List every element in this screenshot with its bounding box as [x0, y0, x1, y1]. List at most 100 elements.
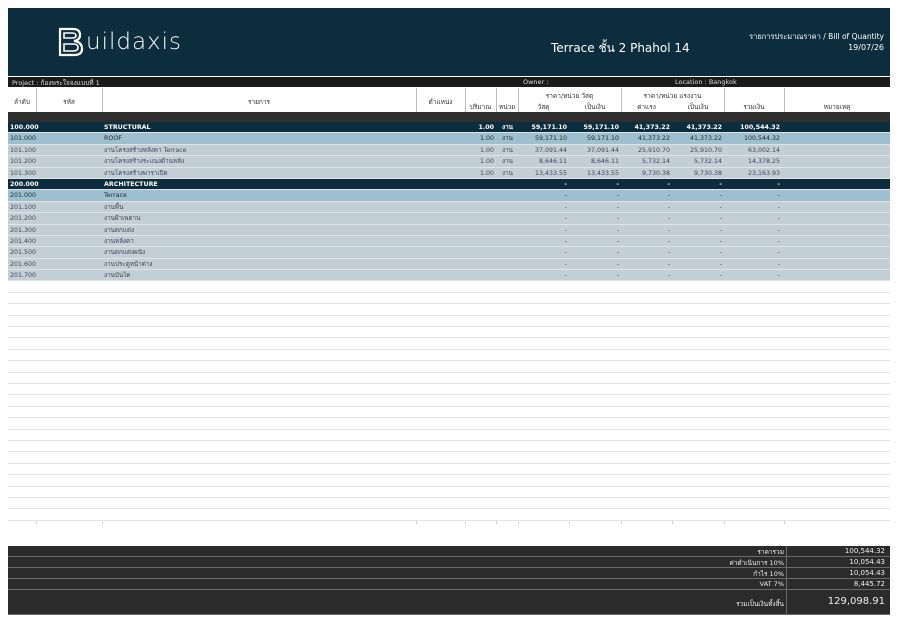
row-material-amount: 13,433.55 — [586, 169, 619, 177]
row-labor-amount: - — [719, 260, 722, 268]
row-labor-unit: - — [667, 192, 670, 200]
row-material-unit: 59,171.10 — [531, 124, 567, 131]
col-labor-unit: ค่าแรง — [637, 103, 656, 111]
row-total: 14,378.25 — [747, 158, 780, 166]
empty-row — [8, 281, 890, 293]
row-material-amount: - — [616, 237, 619, 245]
row-qty — [465, 247, 494, 257]
table-row: 201.100 งานพื้น - - - - - — [8, 201, 890, 214]
row-item: งานโครงสร้างหลังคา Terrace — [104, 146, 187, 154]
row-qty: 1.00 — [479, 146, 494, 154]
row-item: งานบันได — [104, 272, 131, 280]
col-no: ลำดับ — [14, 98, 30, 106]
row-unit — [499, 225, 516, 235]
row-unit — [499, 213, 516, 223]
col-code: รหัส — [63, 98, 75, 106]
row-material-unit: - — [564, 226, 567, 234]
row-labor-unit: 25,910.70 — [637, 146, 670, 154]
row-item: ARCHITECTURE — [104, 180, 158, 188]
col-item: รายการ — [247, 98, 271, 106]
table-row: 201.700 งานบันได - - - - - — [8, 270, 890, 282]
row-material-unit: - — [564, 260, 567, 268]
row-item: งานประตูหน้าต่าง — [104, 260, 153, 268]
table-row: 101.200 งานโครงสร้างระแนงด้านหลัง 1.00 งาน 8… — [8, 156, 890, 168]
row-item: STRUCTURAL — [104, 124, 151, 131]
table-row: 201.000 Terrace - - - - - — [8, 190, 890, 202]
col-position: ตำแหน่ง — [428, 98, 453, 106]
row-unit — [499, 247, 516, 257]
row-total: 63,002.14 — [747, 146, 780, 154]
row-labor-amount: 5,732.14 — [693, 158, 722, 166]
table-row: 100.000 STRUCTURAL 1.00 งาน 59,171.10 59,171.… — [8, 122, 890, 134]
row-total: 100,544.32 — [740, 124, 780, 131]
report-header: uildaxis Terrace ชั้น 2 Phahol 14 รายการ… — [8, 8, 890, 76]
table-row: 201.400 งานหลังคา - - - - - — [8, 235, 890, 248]
empty-row — [8, 429, 890, 441]
col-material-unit: วัสดุ — [537, 103, 550, 111]
row-material-unit: - — [564, 249, 567, 257]
row-item: งานตกแต่ง — [104, 226, 135, 234]
row-no: 101.200 — [10, 158, 37, 166]
row-labor-amount: 41,373.22 — [686, 124, 722, 131]
row-labor-amount: 9,730.38 — [693, 169, 722, 177]
col-labor-group: ราคา/หน่วย แรงงาน — [643, 92, 702, 100]
row-qty: 1.00 — [479, 135, 494, 143]
row-material-amount: - — [616, 226, 619, 234]
row-labor-amount: - — [719, 192, 722, 200]
row-labor-unit: - — [667, 249, 670, 257]
row-material-amount: 37,091.44 — [586, 146, 619, 154]
header-divider-band — [8, 112, 890, 122]
row-no: 201.600 — [10, 260, 37, 268]
row-material-amount: - — [616, 260, 619, 268]
row-labor-unit: - — [667, 226, 670, 234]
summary-row: กำไร 10% 10,054.43 — [8, 568, 890, 579]
row-item: งานโครงสร้างระแนงด้านหลัง — [104, 158, 185, 166]
empty-row — [8, 361, 890, 373]
summary-label: กำไร 10% — [753, 570, 784, 578]
empty-row — [8, 440, 890, 453]
row-material-amount: - — [616, 180, 619, 188]
row-unit: งาน — [502, 135, 513, 143]
row-unit — [499, 179, 516, 189]
row-total: - — [777, 203, 780, 211]
document-date: 19/07/26 — [848, 43, 884, 52]
col-unit: หน่วย — [498, 103, 516, 111]
summary-value: 10,054.43 — [849, 558, 885, 566]
table-row: 201.300 งานตกแต่ง - - - - - — [8, 224, 890, 236]
row-no: 101.000 — [10, 135, 37, 143]
row-qty — [465, 202, 494, 212]
empty-row — [8, 383, 890, 396]
row-material-unit: - — [564, 272, 567, 280]
row-unit — [499, 190, 516, 200]
row-unit — [499, 202, 516, 212]
row-material-unit: - — [564, 215, 567, 223]
row-unit: งาน — [502, 169, 513, 177]
row-material-amount: 8,646.11 — [590, 158, 619, 166]
row-labor-unit: - — [667, 272, 670, 280]
row-material-amount: - — [616, 215, 619, 223]
row-labor-amount: - — [719, 180, 722, 188]
row-labor-amount: - — [719, 272, 722, 280]
row-material-amount: - — [616, 249, 619, 257]
row-no: 201.300 — [10, 226, 37, 234]
row-total: - — [777, 226, 780, 234]
row-no: 201.700 — [10, 272, 37, 280]
row-labor-amount: - — [719, 215, 722, 223]
column-header: ลำดับ รหัส รายการ ตำแหน่ง ปริมาณ หน่วย ร… — [8, 88, 890, 112]
boq-table: 100.000 STRUCTURAL 1.00 งาน 59,171.10 59,171.… — [8, 122, 890, 521]
row-item: งานหลังคา — [104, 237, 134, 245]
summary-row: VAT 7% 8,445.72 — [8, 579, 890, 590]
document-subtitle: รายการประมาณราคา / Bill of Quantity — [749, 32, 884, 41]
empty-row — [8, 509, 890, 521]
summary-label: ราคารวม — [757, 548, 784, 556]
row-material-unit: - — [564, 237, 567, 245]
row-item: Terrace — [104, 192, 127, 200]
table-row: 200.000 ARCHITECTURE - - - - - — [8, 178, 890, 191]
row-qty — [465, 270, 494, 280]
project-name: Project : ก้องพระใจจงแบบที่ 1 — [12, 79, 100, 87]
row-total: 23,163.93 — [747, 169, 780, 177]
col-remark: หมายเหตุ — [823, 103, 851, 111]
row-no: 100.000 — [10, 124, 39, 131]
empty-row — [8, 338, 890, 350]
row-no: 200.000 — [10, 180, 39, 188]
